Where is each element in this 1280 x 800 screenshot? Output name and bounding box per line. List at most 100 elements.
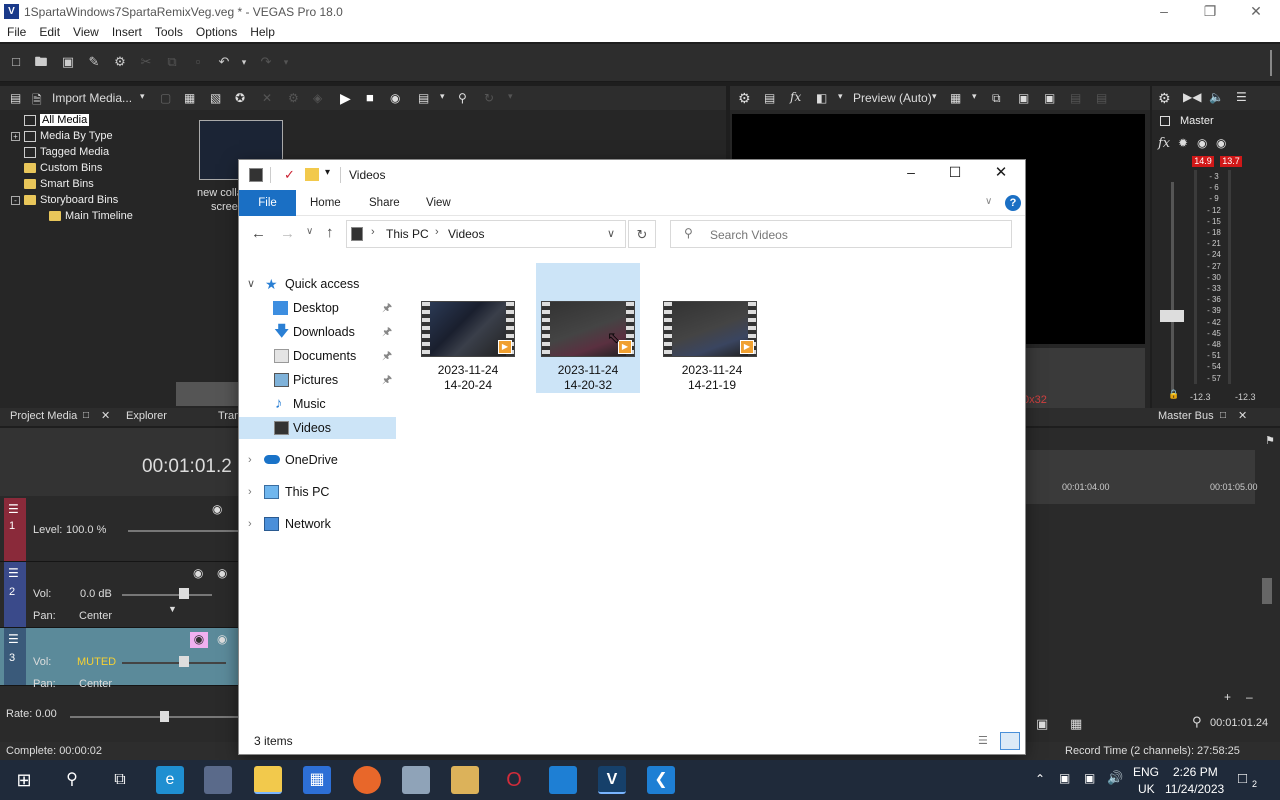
media-tree-all-media[interactable]: All Media	[11, 114, 90, 130]
zoom-in-icon[interactable]: +	[1224, 690, 1231, 704]
cut-icon[interactable]: ✂	[138, 54, 154, 70]
properties-quick-icon[interactable]: ✓	[284, 167, 295, 183]
preview-quality-arrow-icon[interactable]: ▾	[932, 91, 937, 102]
vegas-close-button[interactable]: ✕	[1233, 0, 1279, 24]
timeline-tool-icon-1[interactable]: ▣	[1036, 716, 1048, 732]
master-undock-icon[interactable]: □	[1220, 410, 1226, 421]
redo-icon[interactable]: ↷	[258, 54, 274, 70]
app-icon[interactable]	[451, 766, 479, 794]
undo-icon[interactable]: ↶	[216, 54, 232, 70]
adjust-size-icon[interactable]: ▣	[1044, 91, 1055, 105]
split-screen-icon[interactable]: ◧	[816, 91, 827, 105]
cursor-marker-icon[interactable]: ⚲	[1192, 714, 1202, 730]
up-arrow-icon[interactable]: ↑	[326, 224, 334, 241]
mixer-icon[interactable]: ☰	[1236, 90, 1247, 104]
split-dropdown-icon[interactable]: ▾	[838, 91, 843, 102]
search-media-icon[interactable]: ⚲	[458, 91, 467, 105]
peak-right-indicator[interactable]: 13.7	[1220, 156, 1242, 167]
tab-undock-icon[interactable]: □	[83, 410, 89, 421]
network-status-icon[interactable]: ▣	[1084, 771, 1095, 785]
recent-locations-icon[interactable]: ∨	[306, 226, 313, 237]
search-input[interactable]: ⚲ Search Videos	[670, 220, 1012, 248]
media-tree-custom-bins[interactable]: Custom Bins	[11, 162, 102, 178]
ribbon-tab-view[interactable]: View	[416, 190, 461, 216]
nav-music[interactable]: ♪ Music	[239, 393, 396, 415]
tab-close-icon[interactable]: ✕	[101, 409, 110, 422]
pin-icon[interactable]: 🖈	[382, 369, 392, 391]
media-generator-icon[interactable]: ◈	[313, 91, 322, 105]
nav-desktop[interactable]: Desktop 🖈	[239, 297, 396, 319]
track-2-solo-icon[interactable]: ◉	[217, 566, 227, 580]
explorer-minimize-button[interactable]: –	[897, 164, 925, 184]
pin-icon[interactable]: 🖈	[382, 345, 392, 367]
track-3-menu-icon[interactable]: ☰	[8, 632, 19, 646]
track-2-menu-icon[interactable]: ☰	[8, 566, 19, 580]
extract-audio-icon[interactable]: ▧	[210, 91, 221, 105]
menu-file[interactable]: File	[0, 24, 32, 39]
import-media-icon[interactable]: 🗎	[32, 91, 42, 112]
vertical-scrollbar[interactable]	[1262, 578, 1272, 604]
track-1-menu-icon[interactable]: ☰	[8, 502, 19, 516]
input-language-line1[interactable]: ENG	[1133, 765, 1159, 779]
nav-downloads[interactable]: 🡇 Downloads 🖈	[239, 321, 396, 343]
track-3-solo-icon[interactable]: ◉	[217, 632, 227, 646]
media-tree-storyboard-bins[interactable]: - Storyboard Bins	[11, 194, 118, 210]
expand-ribbon-icon[interactable]: ∨	[985, 196, 992, 207]
nav-documents[interactable]: Documents 🖈	[239, 345, 396, 367]
remove-media-icon[interactable]: ✕	[262, 91, 272, 105]
master-fader-handle[interactable]	[1160, 310, 1184, 322]
save-snapshot-icon[interactable]: ▣	[1018, 91, 1029, 105]
nav-pictures[interactable]: Pictures 🖈	[239, 369, 396, 391]
pin-icon[interactable]: 🖈	[382, 297, 392, 319]
expand-chevron-icon[interactable]: ›	[248, 449, 252, 471]
track-3-vol-handle[interactable]	[179, 656, 189, 667]
ribbon-tab-share[interactable]: Share	[359, 190, 410, 216]
refresh-dropdown-icon[interactable]: ▾	[508, 91, 513, 102]
tab-project-media[interactable]: Project Media	[10, 410, 77, 422]
address-bar[interactable]: › This PC › Videos ∨	[346, 220, 626, 248]
open-project-icon[interactable]: 🖿	[33, 54, 49, 70]
import-dropdown-icon[interactable]: ▾	[140, 91, 145, 102]
master-properties-gear-icon[interactable]: ⚙	[1158, 90, 1171, 107]
preview-quality-dropdown[interactable]: Preview (Auto)	[853, 91, 932, 105]
play-media-icon[interactable]: ▶	[340, 90, 351, 107]
media-properties-icon[interactable]: ⚙	[288, 91, 299, 105]
downmix-icon[interactable]: ▶◀	[1183, 90, 1201, 104]
collapse-chevron-icon[interactable]: ∨	[247, 273, 255, 295]
auto-preview-icon[interactable]: ◉	[390, 91, 400, 105]
app-icon[interactable]	[549, 766, 577, 794]
preview-extra-icon-2[interactable]: ▤	[1096, 91, 1107, 105]
peak-left-indicator[interactable]: 14.9	[1192, 156, 1214, 167]
track-3-mute-icon[interactable]: ◉	[190, 632, 208, 648]
menu-edit[interactable]: Edit	[32, 24, 66, 39]
task-view-icon[interactable]: ⧉	[106, 766, 134, 794]
explorer-maximize-button[interactable]: ☐	[941, 164, 969, 184]
address-dropdown-icon[interactable]: ∨	[607, 227, 615, 240]
paste-icon[interactable]: ▫	[190, 54, 206, 70]
tab-transitions[interactable]: Tran	[218, 410, 240, 422]
paint-app-icon[interactable]	[204, 766, 232, 794]
menu-insert[interactable]: Insert	[105, 24, 148, 39]
notifications-icon[interactable]: □	[1238, 770, 1247, 787]
clock-time[interactable]: 2:26 PM	[1173, 765, 1218, 779]
tray-app-icon[interactable]: ▣	[1059, 771, 1070, 785]
collapse-icon[interactable]: -	[11, 195, 20, 205]
track-3-header[interactable]: ☰ 3 Vol: MUTED Pan: Center ◉ ◉	[0, 628, 238, 690]
menu-help[interactable]: Help	[243, 24, 281, 39]
rate-slider[interactable]	[70, 716, 238, 718]
expand-icon[interactable]: +	[11, 131, 20, 141]
firefox-icon[interactable]	[353, 766, 381, 794]
show-hidden-icons-icon[interactable]: ⌃	[1035, 772, 1045, 786]
master-mute-icon[interactable]: ◉	[1197, 136, 1207, 150]
device-preview-icon[interactable]: ▤	[764, 91, 775, 105]
pin-icon[interactable]: 🖈	[382, 321, 392, 343]
marker-flag-icon[interactable]: ⚑	[1265, 434, 1275, 447]
breadcrumb-this-pc[interactable]: This PC	[386, 227, 429, 241]
overlays-dropdown-icon[interactable]: ▾	[972, 91, 977, 102]
breadcrumb-chevron-icon[interactable]: ›	[371, 226, 375, 238]
undo-dropdown-icon[interactable]: ▾	[236, 54, 252, 70]
views-dropdown-icon[interactable]: ▾	[440, 91, 445, 102]
render-as-icon[interactable]: ✎	[86, 54, 102, 70]
media-tree-main-timeline[interactable]: Main Timeline	[49, 210, 133, 226]
menu-view[interactable]: View	[66, 24, 105, 39]
